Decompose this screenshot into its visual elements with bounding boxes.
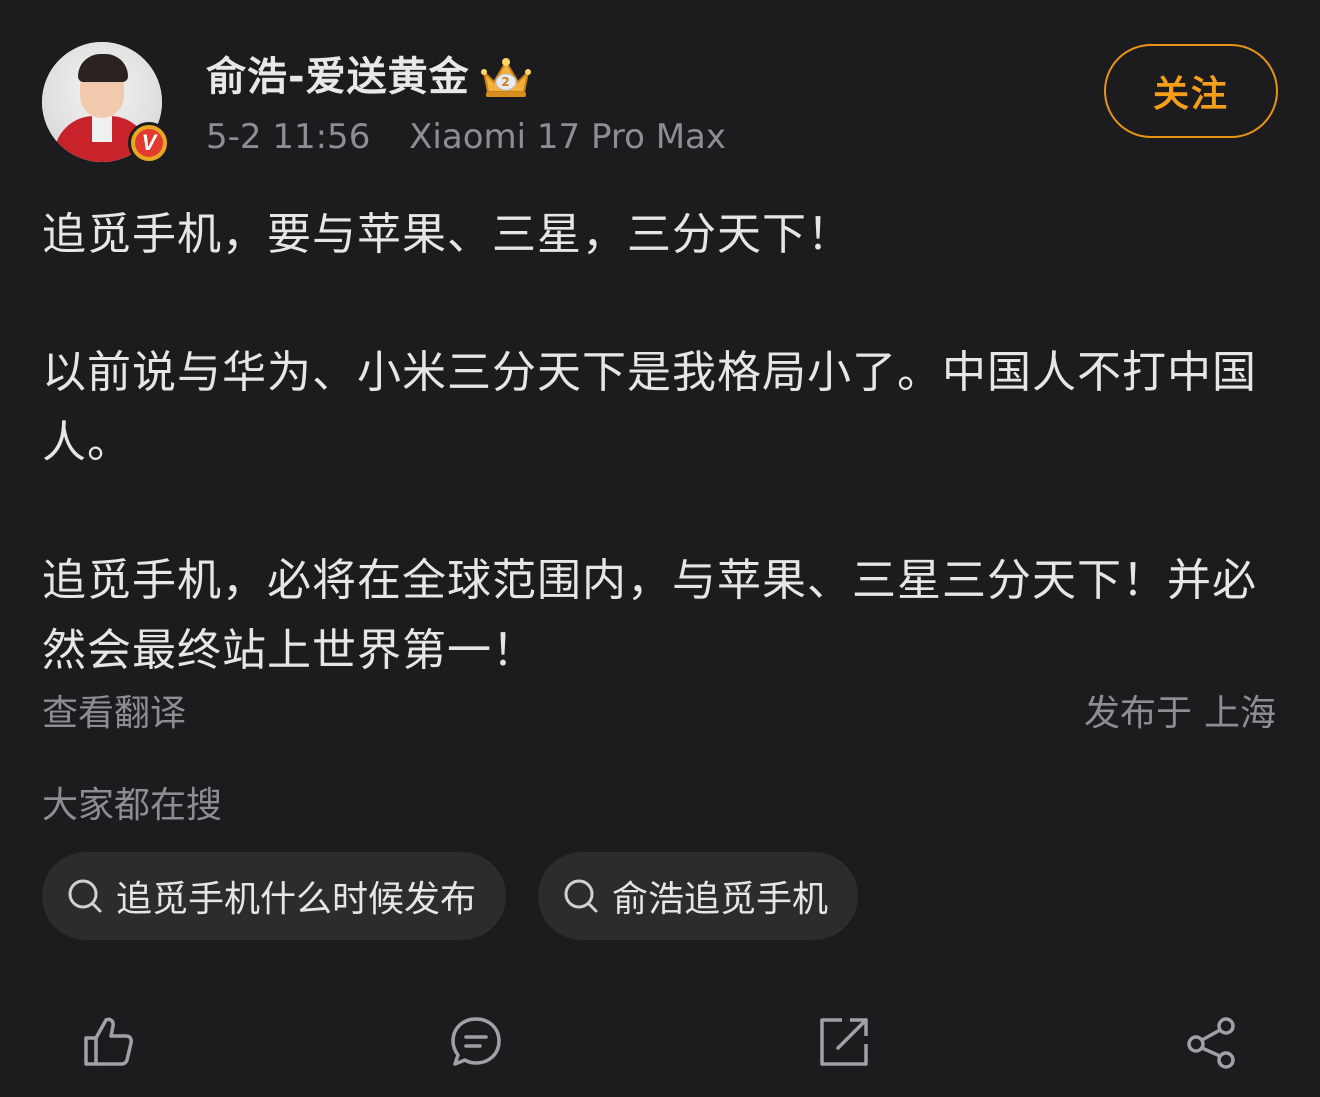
trending-search-title: 大家都在搜 — [42, 785, 223, 826]
post-body: 追觅手机，要与苹果、三星，三分天下！ 以前说与华为、小米三分天下是我格局小了。中… — [42, 200, 1278, 686]
post-paragraph: 追觅手机，要与苹果、三星，三分天下！ — [42, 209, 852, 260]
location-prefix: 发布于 — [1083, 693, 1192, 734]
svg-text:2: 2 — [501, 75, 510, 89]
search-chip[interactable]: 追觅手机什么时候发布 — [42, 852, 507, 940]
repost-icon[interactable] — [816, 1014, 872, 1070]
action-bar — [0, 1000, 1320, 1097]
verified-badge-icon: V — [128, 122, 170, 164]
username[interactable]: 俞浩-爱送黄金 2 — [206, 52, 534, 102]
like-icon[interactable] — [80, 1014, 136, 1070]
post-paragraph: 以前说与华为、小米三分天下是我格局小了。中国人不打中国人。 — [42, 347, 1257, 468]
search-chip-label: 俞浩追觅手机 — [612, 879, 829, 920]
view-translation-link[interactable]: 查看翻译 — [42, 690, 186, 738]
post-meta: 5-2 11:56 Xiaomi 17 Pro Max — [206, 116, 726, 158]
post-header: V 俞浩-爱送黄金 2 5-2 11:56 Xiaomi 17 Pro Max … — [0, 0, 1320, 180]
crown-level-badge-icon[interactable]: 2 — [478, 54, 534, 100]
share-icon[interactable] — [1184, 1014, 1240, 1070]
comment-icon[interactable] — [448, 1014, 504, 1070]
trending-search-chips: 追觅手机什么时候发布 俞浩追觅手机 — [42, 852, 859, 940]
post-location: 发布于 上海 — [1084, 690, 1276, 738]
search-icon — [562, 877, 600, 915]
search-chip[interactable]: 俞浩追觅手机 — [538, 852, 859, 940]
follow-button[interactable]: 关注 — [1104, 44, 1278, 138]
search-chip-label: 追觅手机什么时候发布 — [116, 879, 477, 920]
username-text: 俞浩-爱送黄金 — [206, 54, 470, 100]
post-timestamp: 5-2 11:56 — [206, 117, 371, 157]
location-city: 上海 — [1203, 693, 1276, 734]
post-device: Xiaomi 17 Pro Max — [409, 117, 726, 157]
post-paragraph: 追觅手机，必将在全球范围内，与苹果、三星三分天下！并必然会最终站上世界第一！ — [42, 555, 1257, 676]
search-icon — [66, 877, 104, 915]
